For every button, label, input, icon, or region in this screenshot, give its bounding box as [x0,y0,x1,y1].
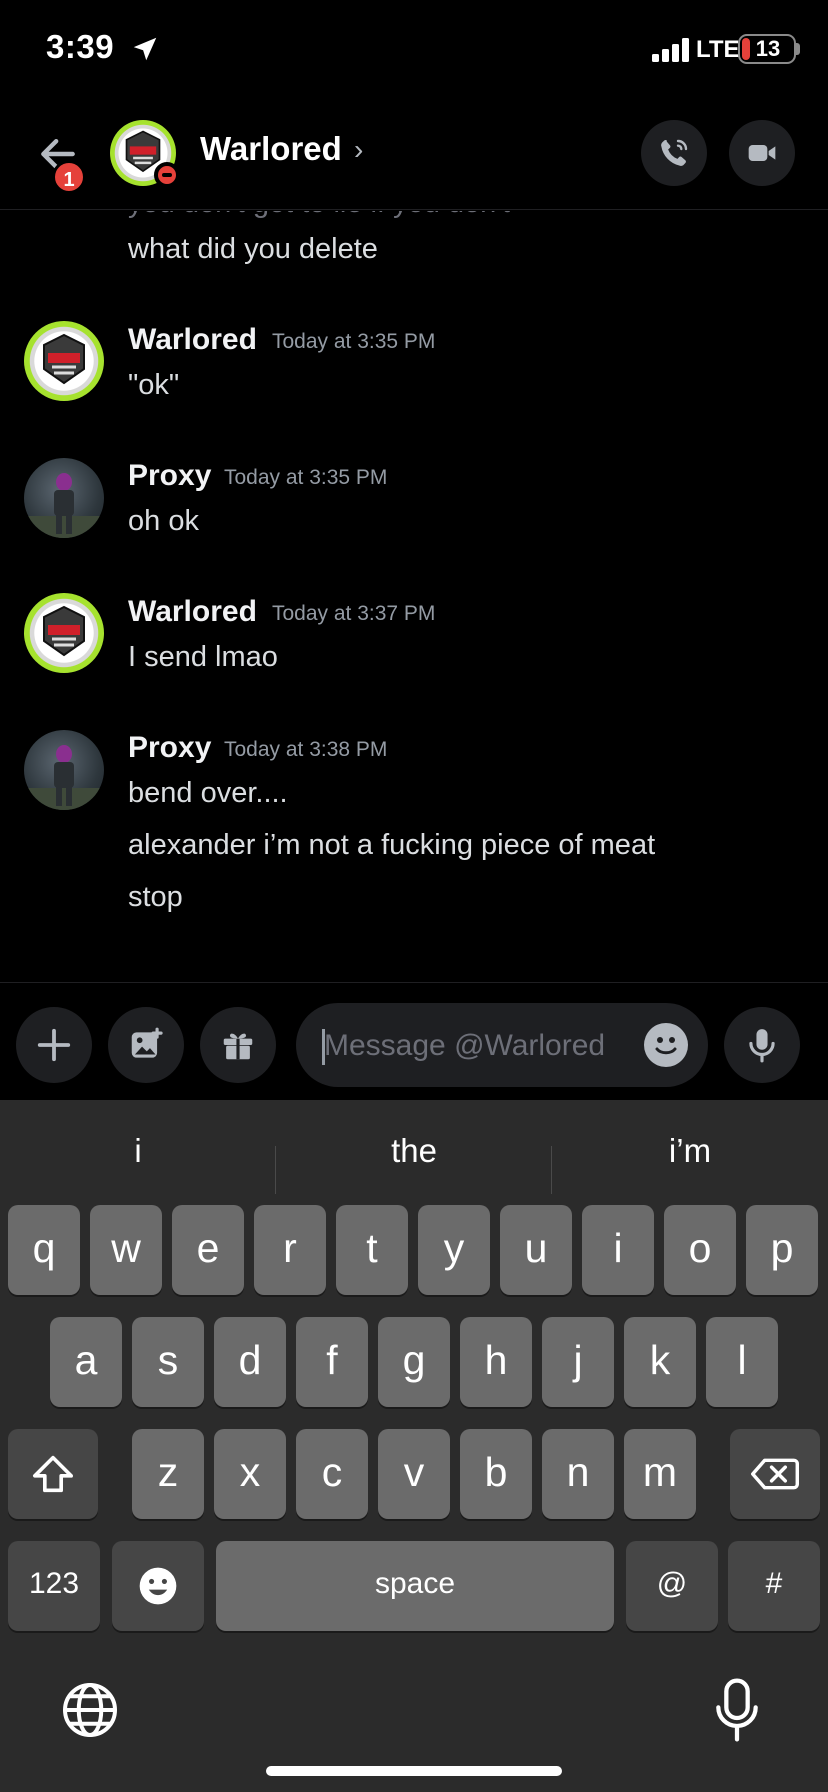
voice-message-button[interactable] [724,1007,800,1083]
key[interactable]: z [132,1429,204,1519]
key[interactable]: u [500,1205,572,1295]
video-camera-icon [748,145,776,161]
suggestion-item[interactable]: i [0,1132,276,1170]
key[interactable]: e [172,1205,244,1295]
numbers-key[interactable]: 123 [8,1541,100,1631]
avatar[interactable] [24,730,104,810]
message-author[interactable]: Warlored [128,323,257,357]
message-text: bend over.... [128,777,288,809]
suggestion-item[interactable]: i’m [552,1132,828,1170]
battery-cap [796,43,800,55]
key[interactable]: h [460,1317,532,1407]
message-text: what did you delete [128,233,378,265]
message-text: "ok" [128,369,180,401]
battery-level: 13 [755,36,781,61]
home-indicator[interactable] [266,1766,562,1776]
status-time: 3:39 [46,28,115,65]
microphone-icon [749,1029,775,1063]
voice-call-button[interactable] [641,120,707,186]
key[interactable]: d [214,1317,286,1407]
key[interactable]: q [8,1205,80,1295]
emoji-picker-icon[interactable] [644,1023,688,1067]
predictive-suggestions: i the i’m [0,1120,828,1194]
key[interactable]: b [460,1429,532,1519]
key[interactable]: r [254,1205,326,1295]
video-call-button[interactable] [729,120,795,186]
message-text: I send lmao [128,641,278,673]
suggestion-item[interactable]: the [276,1132,552,1170]
avatar[interactable] [24,458,104,538]
unread-badge: 1 [52,160,86,194]
emoji-icon [139,1567,177,1605]
chevron-right-icon[interactable]: › [354,134,363,166]
key[interactable]: v [378,1429,450,1519]
add-attachment-button[interactable] [16,1007,92,1083]
space-key[interactable]: space [216,1541,614,1631]
message-input[interactable]: Message @Warlored [296,1003,708,1087]
gift-icon [223,1033,253,1060]
avatar[interactable] [24,593,104,673]
message-author[interactable]: Proxy [128,731,211,765]
dnd-status-icon [154,162,180,188]
message-text: oh ok [128,505,199,537]
key[interactable]: g [378,1317,450,1407]
key[interactable]: f [296,1317,368,1407]
message-input-placeholder: Message @Warlored [324,1029,606,1062]
message-author[interactable]: Proxy [128,459,211,493]
message-author[interactable]: Warlored [128,595,257,629]
key[interactable]: k [624,1317,696,1407]
on-screen-keyboard: i the i’m q w e r t y u i o p a s d f g … [0,1100,828,1792]
key[interactable]: i [582,1205,654,1295]
avatar[interactable] [24,321,104,401]
conversation-title[interactable]: Warlored [200,130,342,168]
key[interactable]: l [706,1317,778,1407]
key[interactable]: p [746,1205,818,1295]
conversation-header: 1 Warlored › [0,100,828,210]
plus-icon [37,1028,71,1062]
hash-key[interactable]: # [728,1541,820,1631]
key[interactable]: m [624,1429,696,1519]
shift-arrow-icon [32,1455,73,1493]
location-arrow-icon [133,37,157,61]
key[interactable]: a [50,1317,122,1407]
key[interactable]: c [296,1429,368,1519]
message-list[interactable]: you don't got to lie if you don't what d… [0,211,828,981]
image-picker-button[interactable] [108,1007,184,1083]
at-key[interactable]: @ [626,1541,718,1631]
key[interactable]: s [132,1317,204,1407]
image-icon [131,1027,163,1058]
key[interactable]: n [542,1429,614,1519]
globe-icon[interactable] [60,1680,120,1740]
partial-message-cutoff: you don't got to lie if you don't [128,211,510,220]
message-timestamp: Today at 3:38 PM [224,738,388,761]
phone-icon [661,139,688,166]
key[interactable]: w [90,1205,162,1295]
backspace-icon [751,1458,799,1490]
key[interactable]: o [664,1205,736,1295]
status-bar: 3:39 LTE 13 [0,0,828,100]
dictation-microphone-icon[interactable] [714,1678,760,1742]
key[interactable]: x [214,1429,286,1519]
message-timestamp: Today at 3:35 PM [272,330,436,353]
message-composer: Message @Warlored [0,982,828,1100]
message-text: stop [128,881,183,913]
battery-icon: 13 [738,34,796,64]
key[interactable]: t [336,1205,408,1295]
message-text: alexander i’m not a fucking piece of mea… [128,829,656,861]
signal-icon [652,38,689,62]
emoji-key[interactable] [112,1541,204,1631]
gift-button[interactable] [200,1007,276,1083]
shift-key[interactable] [8,1429,98,1519]
message-timestamp: Today at 3:37 PM [272,602,436,625]
network-type: LTE [696,36,740,63]
message-timestamp: Today at 3:35 PM [224,466,388,489]
key[interactable]: j [542,1317,614,1407]
backspace-key[interactable] [730,1429,820,1519]
key[interactable]: y [418,1205,490,1295]
